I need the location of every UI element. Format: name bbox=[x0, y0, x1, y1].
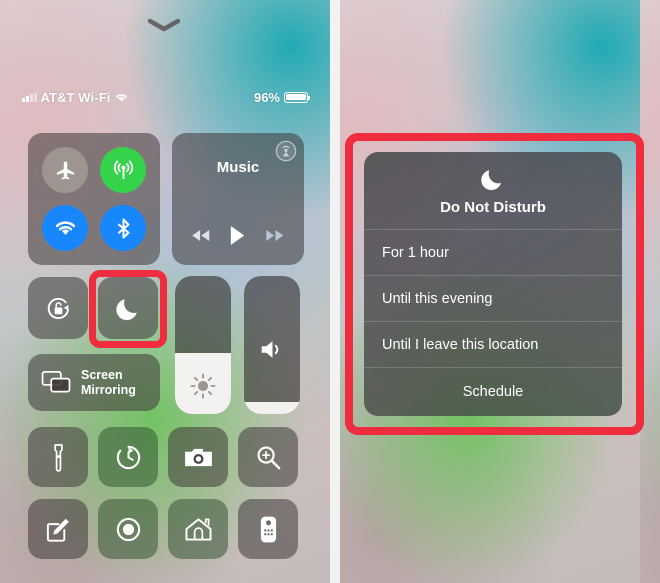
music-controls bbox=[172, 224, 304, 247]
panel-divider bbox=[330, 0, 340, 583]
home-button[interactable] bbox=[168, 499, 228, 559]
cellular-data-icon bbox=[113, 160, 133, 179]
dnd-option-until-i-leave-this-location[interactable]: Until I leave this location bbox=[364, 322, 622, 368]
remote-icon bbox=[260, 516, 276, 542]
screen-recording-button[interactable] bbox=[98, 499, 158, 559]
record-icon bbox=[116, 517, 140, 541]
volume-fill bbox=[244, 401, 300, 414]
battery-percent-label: 96% bbox=[253, 89, 280, 105]
flashlight-button[interactable] bbox=[28, 427, 88, 487]
wifi-button[interactable] bbox=[42, 205, 88, 251]
screen-mirroring-button[interactable]: Screen Mirroring bbox=[28, 354, 160, 411]
do-not-disturb-menu[interactable]: Do Not Disturb For 1 hour Until this eve… bbox=[364, 152, 622, 416]
timer-button[interactable] bbox=[98, 427, 158, 487]
screen-mirroring-label: Screen Mirroring bbox=[81, 367, 136, 397]
notes-button[interactable] bbox=[28, 499, 88, 559]
music-module[interactable]: Music bbox=[172, 133, 304, 265]
left-phone-panel: AT&T Wi-Fi 96% Music Screen Mirroring bbox=[0, 0, 330, 583]
cellular-data-button[interactable] bbox=[100, 147, 146, 193]
moon-icon bbox=[115, 298, 137, 320]
rotation-lock-icon bbox=[47, 297, 69, 319]
wifi-icon bbox=[114, 92, 129, 103]
camera-icon bbox=[184, 448, 212, 466]
dnd-menu-header: Do Not Disturb bbox=[364, 152, 622, 230]
dnd-option-schedule[interactable]: Schedule bbox=[364, 368, 622, 416]
brightness-slider[interactable] bbox=[175, 276, 231, 414]
carrier-label: AT&T Wi-Fi bbox=[40, 89, 111, 105]
volume-icon bbox=[244, 337, 300, 362]
bluetooth-button[interactable] bbox=[100, 205, 146, 251]
rewind-icon[interactable] bbox=[190, 228, 212, 243]
fast-forward-icon[interactable] bbox=[264, 228, 286, 243]
notes-icon bbox=[46, 518, 69, 542]
music-title: Music bbox=[216, 159, 260, 176]
home-icon bbox=[185, 517, 211, 541]
flashlight-icon bbox=[53, 443, 63, 472]
do-not-disturb-button[interactable] bbox=[98, 277, 158, 339]
brightness-icon bbox=[175, 372, 231, 400]
status-bar: AT&T Wi-Fi 96% bbox=[0, 88, 330, 106]
airplane-icon bbox=[56, 161, 74, 180]
camera-button[interactable] bbox=[168, 427, 228, 487]
timer-icon bbox=[116, 445, 140, 469]
bluetooth-icon bbox=[117, 217, 129, 239]
dnd-option-until-this-evening[interactable]: Until this evening bbox=[364, 276, 622, 322]
magnifier-icon bbox=[257, 446, 280, 469]
chevron-down-icon[interactable] bbox=[147, 18, 181, 32]
cellular-bars-icon bbox=[22, 92, 37, 102]
connectivity-module[interactable] bbox=[28, 133, 160, 265]
magnifier-button[interactable] bbox=[238, 427, 298, 487]
screen-mirroring-icon bbox=[41, 370, 72, 395]
apple-tv-remote-button[interactable] bbox=[238, 499, 298, 559]
dnd-option-for-1-hour[interactable]: For 1 hour bbox=[364, 230, 622, 276]
rotation-lock-button[interactable] bbox=[28, 277, 88, 339]
airplane-mode-button[interactable] bbox=[42, 147, 88, 193]
play-icon[interactable] bbox=[228, 224, 247, 247]
volume-slider[interactable] bbox=[244, 276, 300, 414]
moon-icon bbox=[481, 169, 501, 190]
wifi-icon bbox=[55, 221, 75, 235]
dnd-menu-title: Do Not Disturb bbox=[440, 198, 546, 216]
screenshot-root: AT&T Wi-Fi 96% Music Screen Mirroring Do… bbox=[0, 0, 660, 583]
battery-icon bbox=[284, 91, 311, 103]
right-phone-panel: Do Not Disturb For 1 hour Until this eve… bbox=[340, 0, 660, 583]
